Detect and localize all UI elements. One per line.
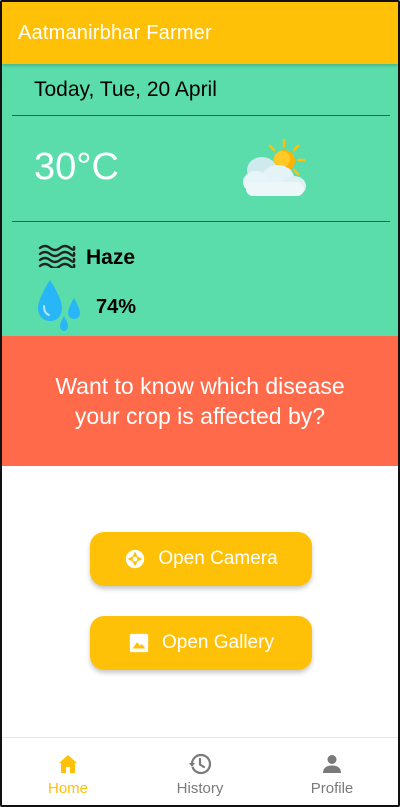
weather-card: Today, Tue, 20 April 30°C Haze 74% <box>2 64 398 336</box>
partly-cloudy-icon <box>243 138 306 196</box>
weather-condition: Haze <box>86 246 136 269</box>
weather-date: Today, Tue, 20 April <box>34 78 217 101</box>
nav-label-home: Home <box>47 780 88 797</box>
app-bar: Aatmanirbhar Farmer <box>2 2 398 64</box>
camera-shutter-icon <box>124 548 146 570</box>
weather-divider-bottom <box>12 221 390 222</box>
history-icon <box>189 753 212 775</box>
open-camera-label: Open Camera <box>158 548 278 569</box>
nav-item-history[interactable]: History <box>134 738 266 805</box>
open-camera-button[interactable]: Open Camera <box>90 532 312 586</box>
app-title: Aatmanirbhar Farmer <box>18 22 212 44</box>
weather-divider-top <box>12 115 390 116</box>
humidity-value: 74% <box>96 296 137 318</box>
nav-label-history: History <box>176 780 224 797</box>
disease-banner: Want to know which disease your crop is … <box>2 336 398 466</box>
humidity-drops-icon <box>38 280 80 331</box>
haze-icon <box>38 244 76 268</box>
person-icon <box>323 755 341 773</box>
temperature: 30°C <box>34 146 119 188</box>
open-gallery-button[interactable]: Open Gallery <box>90 616 312 670</box>
home-icon <box>59 755 77 773</box>
nav-item-profile[interactable]: Profile <box>266 738 398 805</box>
nav-item-home[interactable]: Home <box>2 738 134 805</box>
bottom-navigation: Home History Profile <box>2 737 398 805</box>
banner-text: Want to know which disease your crop is … <box>55 373 345 429</box>
open-gallery-label: Open Gallery <box>162 632 274 653</box>
nav-label-profile: Profile <box>310 780 354 797</box>
image-icon <box>128 632 150 654</box>
app-frame: Aatmanirbhar Farmer Today, Tue, 20 April… <box>0 0 400 807</box>
